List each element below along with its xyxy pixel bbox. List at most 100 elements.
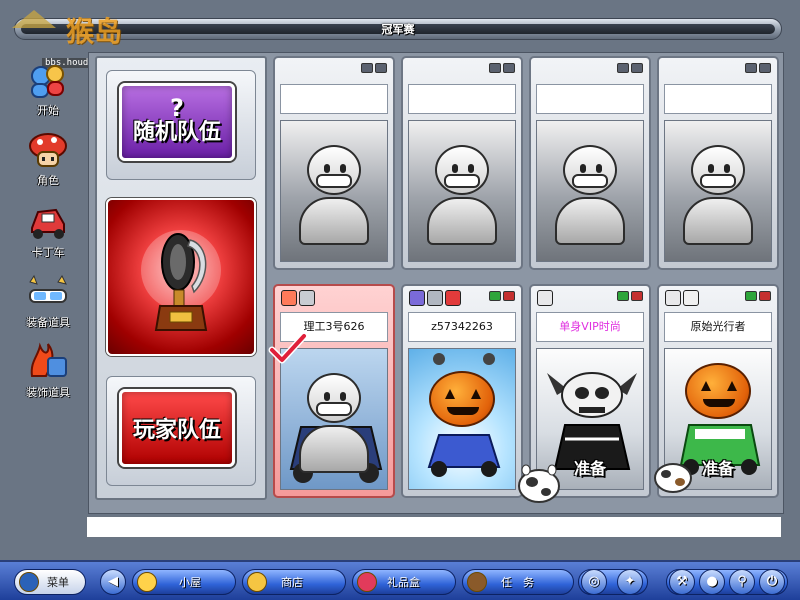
hand-icon (281, 290, 297, 306)
sidebar-item-label: 装备道具 (26, 316, 70, 329)
slot-open-button[interactable] (617, 291, 629, 301)
back-arrow-icon: ◀ (108, 574, 118, 589)
slot-open-button[interactable] (745, 63, 757, 73)
empty-slot (657, 56, 779, 270)
slot-open-button[interactable] (489, 291, 501, 301)
slot-open-button[interactable] (745, 291, 757, 301)
compass-icon: ◎ (588, 574, 600, 589)
giftbox-button[interactable]: 礼品盒 (352, 569, 456, 595)
kart-icon (26, 202, 70, 242)
slot-portrait (408, 120, 516, 262)
empty-player-icon (427, 145, 497, 245)
slot-open-button[interactable] (361, 63, 373, 73)
player-name: z57342263 (408, 312, 516, 342)
emblem-icon (409, 290, 425, 306)
trophy-icon (141, 230, 221, 331)
start-icon (26, 60, 70, 100)
sidebar-item-character[interactable]: 角色 (18, 130, 78, 188)
wand-icon: ✦ (624, 574, 636, 589)
character-icon (26, 130, 70, 170)
compass-button[interactable]: ◎ (581, 569, 607, 595)
sidebar-item-label: 角色 (37, 174, 59, 187)
player-team-label: 玩家队伍 (132, 418, 221, 443)
cottage-button[interactable]: 小屋 (132, 569, 236, 595)
search-icon: ⚲ (737, 574, 747, 589)
ice-kart-icon (427, 353, 501, 477)
wrench-icon: ⚒ (676, 574, 688, 589)
slot-portrait (536, 120, 644, 262)
player-status-icons (537, 290, 553, 306)
back-button[interactable]: ◀ (100, 569, 126, 595)
decoration-icon (26, 342, 70, 382)
slot-controls (617, 291, 643, 301)
player-slot[interactable]: 理工3号626 (273, 284, 395, 498)
sidebar-item-label: 开始 (37, 104, 59, 117)
menu-icon (19, 572, 39, 592)
sidebar-item-start[interactable]: 开始 (18, 60, 78, 118)
sidebar-item-decoration[interactable]: 装饰道具 (18, 342, 78, 400)
cottage-icon (137, 572, 157, 592)
slot-portrait (664, 120, 772, 262)
cow-mascot-icon (652, 458, 694, 496)
slot-controls (745, 63, 771, 73)
system-group: ⚒ ● ⚲ ⏻ (666, 569, 788, 595)
slot-close-button[interactable] (759, 291, 771, 301)
empty-player-icon (299, 145, 369, 245)
task-book-icon (467, 572, 487, 592)
giftbox-label: 礼品盒 (387, 576, 420, 589)
menu-label: 菜单 (47, 576, 69, 589)
task-button[interactable]: 任 务 (462, 569, 574, 595)
shop-label: 商店 (281, 576, 303, 589)
player-team-frame: 玩家队伍 (106, 376, 256, 486)
empty-slot (273, 56, 395, 270)
menu-button[interactable]: 菜单 (14, 569, 86, 595)
sidebar-item-label: 装饰道具 (26, 386, 70, 399)
slot-controls (617, 63, 643, 73)
slot-close-button[interactable] (503, 63, 515, 73)
hand-icon (665, 290, 681, 306)
logo-text: 猴岛 (66, 15, 123, 48)
friends-icon: ● (706, 574, 718, 589)
sidebar-item-equipment[interactable]: 装备道具 (18, 272, 78, 330)
giftbox-icon (357, 572, 377, 592)
slot-close-button[interactable] (503, 291, 515, 301)
shop-button[interactable]: 商店 (242, 569, 346, 595)
empty-slot (529, 56, 651, 270)
message-bar[interactable] (86, 516, 782, 538)
player-portrait (280, 348, 388, 490)
magic-button[interactable]: ✦ (617, 569, 643, 595)
power-button[interactable]: ⏻ (759, 569, 785, 595)
player-status-icons (409, 290, 461, 306)
player-slot[interactable]: z57342263 (401, 284, 523, 498)
logo-roof-icon (12, 10, 56, 28)
hand-icon (537, 290, 553, 306)
level-icon (445, 290, 461, 306)
sidebar-item-label: 卡丁车 (31, 246, 65, 259)
slot-open-button[interactable] (617, 63, 629, 73)
santa-icon (683, 290, 699, 306)
slot-controls (745, 291, 771, 301)
slot-controls (361, 63, 387, 73)
badge-icon (427, 290, 443, 306)
slot-open-button[interactable] (489, 63, 501, 73)
settings-button[interactable]: ⚒ (669, 569, 695, 595)
cow-mascot-icon (516, 464, 562, 504)
sidebar-item-kart[interactable]: 卡丁车 (18, 202, 78, 260)
player-team-button[interactable]: 玩家队伍 (119, 389, 235, 467)
search-button[interactable]: ⚲ (729, 569, 755, 595)
shop-icon (247, 572, 267, 592)
question-mark-icon: ? (170, 94, 184, 122)
empty-player-icon (683, 145, 753, 245)
slot-controls (489, 63, 515, 73)
slot-name (664, 84, 772, 114)
taskbar: 菜单 ◀ 小屋 商店 礼品盒 任 务 ◎ ✦ ⚒ ● ⚲ ⏻ (0, 560, 800, 600)
slot-close-button[interactable] (631, 291, 643, 301)
slot-close-button[interactable] (631, 63, 643, 73)
slot-portrait (280, 120, 388, 262)
selected-check-icon (268, 332, 308, 366)
friends-button[interactable]: ● (699, 569, 725, 595)
badge-icon (299, 290, 315, 306)
slot-close-button[interactable] (759, 63, 771, 73)
random-team-button[interactable]: ? 随机队伍 (119, 83, 235, 161)
slot-close-button[interactable] (375, 63, 387, 73)
